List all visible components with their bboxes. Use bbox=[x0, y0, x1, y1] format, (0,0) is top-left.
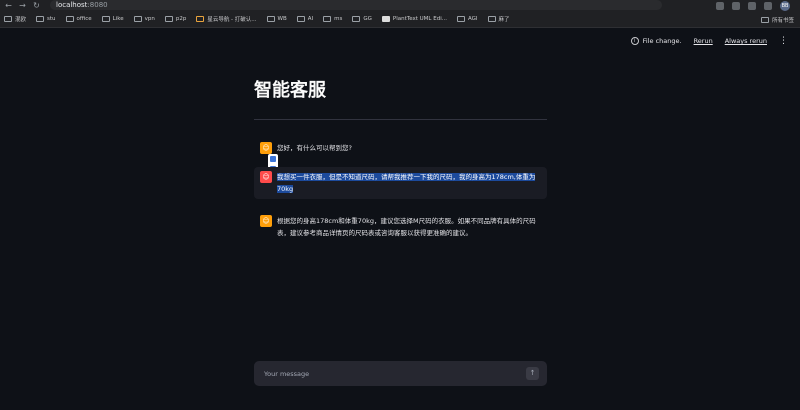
rerun-button[interactable]: Rerun bbox=[694, 37, 713, 45]
user-avatar-icon: ☺ bbox=[260, 171, 272, 183]
bookmark-item[interactable]: AGI bbox=[456, 11, 478, 28]
status-text: File change. bbox=[642, 37, 682, 45]
folder-icon bbox=[101, 16, 110, 22]
send-button[interactable]: ↑ bbox=[526, 367, 539, 380]
status-widget: i File change. bbox=[630, 37, 682, 45]
info-icon: i bbox=[630, 37, 639, 45]
chat-message-assistant: ☺ 根据您的身高178cm和体重70kg，建议您选择M尺码的衣服。如果不同品牌有… bbox=[254, 211, 547, 243]
folder-icon bbox=[65, 16, 74, 22]
folder-icon bbox=[133, 16, 142, 22]
bookmark-item[interactable]: Like bbox=[101, 11, 124, 28]
message-text: 根据您的身高178cm和体重70kg，建议您选择M尺码的衣服。如果不同品牌有具体… bbox=[277, 217, 536, 237]
folder-icon bbox=[4, 16, 12, 22]
address-bar[interactable]: localhost:8080 bbox=[50, 0, 662, 10]
all-bookmarks[interactable]: 所有书签 bbox=[760, 11, 794, 28]
site-icon bbox=[196, 16, 205, 22]
url-port: :8080 bbox=[87, 1, 108, 9]
folder-icon bbox=[456, 16, 465, 22]
always-rerun-button[interactable]: Always rerun bbox=[725, 37, 767, 45]
selected-text: 我想买一件衣服，但是不知道尺码，请帮我推荐一下我的尺码，我的身高为178cm,体… bbox=[277, 173, 536, 193]
copy-icon[interactable] bbox=[270, 156, 276, 162]
bookmark-item[interactable]: 星云导航 - 打破认... bbox=[196, 11, 257, 28]
bot-avatar-icon: ☺ bbox=[260, 215, 272, 227]
back-icon[interactable]: ← bbox=[3, 0, 14, 11]
bookmark-item[interactable]: 麻了 bbox=[487, 11, 510, 28]
extension-icon[interactable] bbox=[748, 1, 756, 10]
url-host: localhost bbox=[56, 1, 88, 9]
bookmark-item[interactable]: GG bbox=[352, 11, 372, 28]
chat-input-container: ↑ bbox=[254, 361, 547, 386]
bookmark-item[interactable]: p2p bbox=[164, 11, 186, 28]
bookmark-item[interactable]: WB bbox=[266, 11, 287, 28]
folder-icon bbox=[296, 16, 305, 22]
app-header: i File change. Rerun Always rerun ⋮ bbox=[0, 28, 800, 54]
bookmark-item[interactable]: ms bbox=[323, 11, 342, 28]
folder-icon bbox=[266, 16, 275, 22]
bookmark-item[interactable]: vpn bbox=[133, 11, 155, 28]
main-menu-icon[interactable]: ⋮ bbox=[779, 36, 788, 46]
page-title: 智能客服 bbox=[254, 80, 326, 101]
bookmarks-bar: 混欧 stu office Like vpn p2p 星云导航 - 打破认...… bbox=[0, 11, 800, 28]
folder-icon bbox=[36, 16, 45, 22]
folder-icon bbox=[352, 16, 361, 22]
forward-icon[interactable]: → bbox=[17, 0, 28, 11]
browser-toolbar: ← → ↻ localhost:8080 BB bbox=[0, 0, 800, 11]
profile-avatar[interactable]: BB bbox=[780, 0, 790, 11]
divider bbox=[254, 119, 547, 120]
chat-message-user: ☺ 我想买一件衣服，但是不知道尺码，请帮我推荐一下我的尺码，我的身高为178cm… bbox=[254, 167, 547, 199]
puzzle-icon[interactable] bbox=[764, 1, 772, 10]
folder-icon bbox=[760, 16, 769, 23]
bot-avatar-icon: ☺ bbox=[260, 142, 272, 154]
folder-icon bbox=[487, 16, 496, 22]
page-icon bbox=[381, 16, 390, 22]
folder-icon bbox=[323, 16, 332, 22]
message-text: 我想买一件衣服，但是不知道尺码，请帮我推荐一下我的尺码，我的身高为178cm,体… bbox=[277, 171, 541, 195]
chat-message-assistant: ☺ 您好，有什么可以帮到您? bbox=[254, 138, 547, 158]
translate-icon[interactable] bbox=[716, 1, 724, 10]
chat-input[interactable] bbox=[264, 369, 514, 378]
bookmark-item[interactable]: AI bbox=[296, 11, 313, 28]
browser-extension-icons: BB bbox=[716, 0, 790, 11]
message-text: 您好，有什么可以帮到您? bbox=[277, 144, 352, 152]
bookmark-item[interactable]: office bbox=[65, 11, 92, 28]
bookmark-item[interactable]: 混欧 bbox=[4, 11, 26, 28]
star-icon[interactable] bbox=[732, 1, 740, 10]
bookmark-item[interactable]: PlantText UML Edi... bbox=[381, 11, 447, 28]
bookmark-item[interactable]: stu bbox=[36, 11, 56, 28]
reload-icon[interactable]: ↻ bbox=[31, 0, 42, 11]
folder-icon bbox=[164, 16, 173, 22]
